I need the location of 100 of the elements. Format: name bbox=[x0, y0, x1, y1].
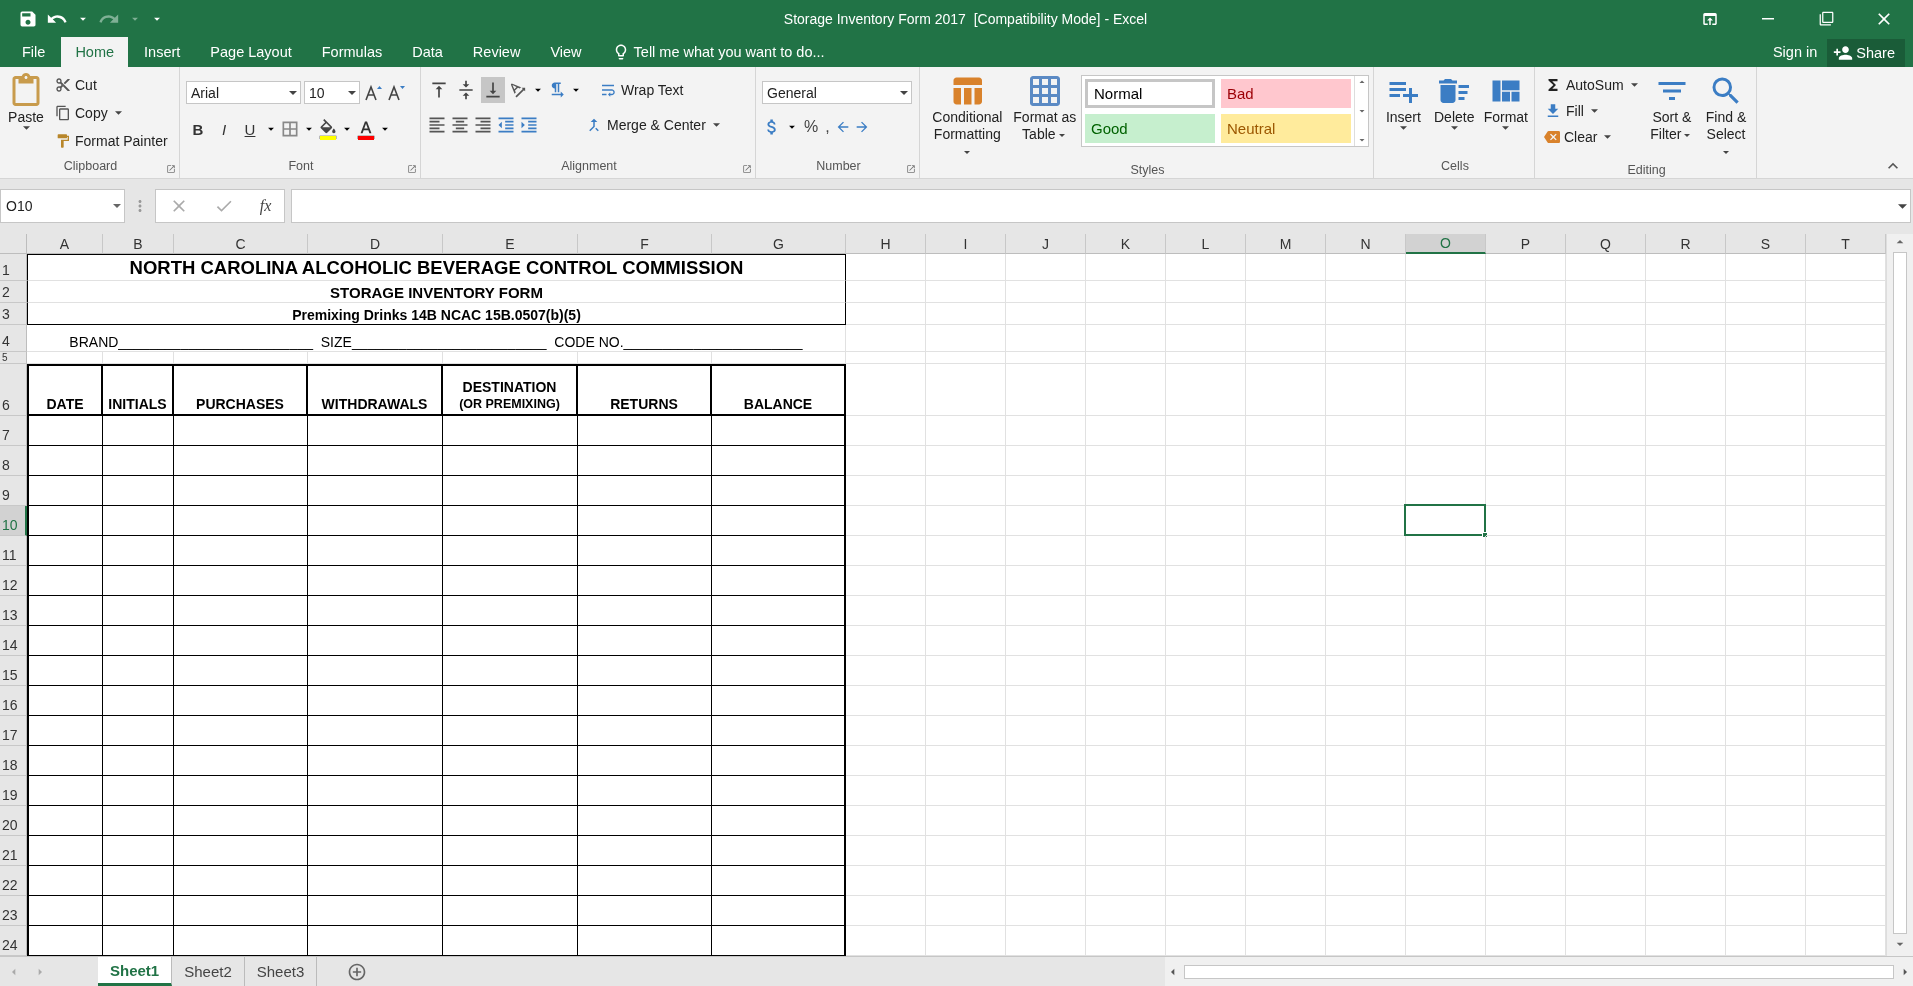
grid-cell[interactable] bbox=[1406, 566, 1486, 596]
grid-cell[interactable] bbox=[1566, 686, 1646, 716]
grid-cell[interactable] bbox=[1486, 746, 1566, 776]
grid-cell[interactable] bbox=[1406, 416, 1486, 446]
grid-cell[interactable] bbox=[1246, 656, 1326, 686]
underline-button[interactable]: U bbox=[238, 116, 262, 142]
italic-button[interactable]: I bbox=[212, 116, 236, 142]
grid-cell[interactable] bbox=[926, 325, 1006, 352]
grid-cell[interactable] bbox=[926, 303, 1006, 325]
grid-cell[interactable] bbox=[1726, 506, 1806, 536]
row-header[interactable]: 9 bbox=[0, 476, 27, 506]
grid-cell[interactable] bbox=[1166, 626, 1246, 656]
column-header[interactable]: Q bbox=[1566, 234, 1646, 254]
grid-cell[interactable] bbox=[1166, 686, 1246, 716]
grid-cell[interactable] bbox=[1326, 352, 1406, 364]
grid-cell[interactable] bbox=[1166, 364, 1246, 416]
grid-cell[interactable] bbox=[1486, 686, 1566, 716]
grid-cell[interactable] bbox=[1406, 656, 1486, 686]
fill-button[interactable]: Fill bbox=[1541, 99, 1644, 123]
grid-cell[interactable] bbox=[1486, 716, 1566, 746]
grid-cell[interactable] bbox=[1486, 566, 1566, 596]
grid-cell[interactable] bbox=[1326, 596, 1406, 626]
grid-cell[interactable] bbox=[1246, 281, 1326, 303]
row-header[interactable]: 12 bbox=[0, 566, 27, 596]
grid-cell[interactable] bbox=[1246, 446, 1326, 476]
grid-cell[interactable] bbox=[1646, 281, 1726, 303]
grid-cell[interactable] bbox=[1646, 896, 1726, 926]
grid-cell[interactable] bbox=[1246, 325, 1326, 352]
wrap-text-button[interactable]: Wrap Text bbox=[596, 78, 687, 102]
grid-cell[interactable] bbox=[1006, 716, 1086, 746]
grid-cell[interactable] bbox=[926, 686, 1006, 716]
grid-cell[interactable] bbox=[1726, 626, 1806, 656]
grid-cell[interactable] bbox=[1166, 716, 1246, 746]
grid-cell[interactable] bbox=[1006, 352, 1086, 364]
ribbon-tab[interactable]: Formulas bbox=[307, 37, 397, 67]
grid-cell[interactable] bbox=[1566, 476, 1646, 506]
grid-cell[interactable] bbox=[1326, 686, 1406, 716]
grid-cell[interactable] bbox=[1086, 446, 1166, 476]
grid-cell[interactable] bbox=[1566, 776, 1646, 806]
grid-cell[interactable] bbox=[1486, 303, 1566, 325]
dialog-launcher-icon[interactable] bbox=[166, 164, 176, 174]
grid-cell[interactable] bbox=[1406, 716, 1486, 746]
grid-cell[interactable] bbox=[1566, 566, 1646, 596]
grid-cell[interactable] bbox=[846, 596, 926, 626]
grid-cell[interactable] bbox=[1166, 866, 1246, 896]
grid-cell[interactable] bbox=[1246, 364, 1326, 416]
grid-cell[interactable] bbox=[1566, 303, 1646, 325]
grid-cell[interactable] bbox=[1566, 836, 1646, 866]
grid-cell[interactable] bbox=[1086, 896, 1166, 926]
grid-cell[interactable] bbox=[1166, 776, 1246, 806]
sheet-tab[interactable]: Sheet3 bbox=[244, 957, 318, 986]
grid-cell[interactable] bbox=[1406, 352, 1486, 364]
number-format-field[interactable]: General bbox=[762, 81, 912, 104]
grid-cell[interactable] bbox=[926, 281, 1006, 303]
grid-cell[interactable] bbox=[1646, 596, 1726, 626]
grid-cell[interactable] bbox=[1566, 506, 1646, 536]
grid-cell[interactable] bbox=[1646, 716, 1726, 746]
row-header[interactable]: 10 bbox=[0, 506, 27, 536]
grid-cell[interactable] bbox=[1006, 446, 1086, 476]
cut-button[interactable]: Cut bbox=[52, 73, 171, 97]
grid-cell[interactable] bbox=[1726, 656, 1806, 686]
grid-cell[interactable] bbox=[1726, 416, 1806, 446]
grid-cell[interactable] bbox=[1246, 746, 1326, 776]
grid-cell[interactable] bbox=[926, 536, 1006, 566]
grid-cell[interactable] bbox=[1646, 254, 1726, 281]
grid-cell[interactable] bbox=[1246, 303, 1326, 325]
share-button[interactable]: Share bbox=[1827, 39, 1905, 67]
ribbon-tab[interactable]: File bbox=[8, 37, 60, 67]
grid-cell[interactable] bbox=[1086, 626, 1166, 656]
align-center-icon[interactable] bbox=[450, 115, 470, 135]
grid-cell[interactable] bbox=[1486, 506, 1566, 536]
grid-cell[interactable] bbox=[1726, 776, 1806, 806]
grid-cell[interactable] bbox=[1166, 536, 1246, 566]
grid-cell[interactable] bbox=[1006, 626, 1086, 656]
dialog-launcher-icon[interactable] bbox=[906, 164, 916, 174]
grid-cell[interactable] bbox=[1006, 536, 1086, 566]
grid-cell[interactable] bbox=[1486, 596, 1566, 626]
grid-cell[interactable] bbox=[1086, 746, 1166, 776]
grid-cell[interactable] bbox=[1486, 352, 1566, 364]
dialog-launcher-icon[interactable] bbox=[407, 164, 417, 174]
grid-cell[interactable] bbox=[1486, 536, 1566, 566]
grid-cell[interactable] bbox=[1086, 596, 1166, 626]
grid-cell[interactable] bbox=[1006, 476, 1086, 506]
grid-cell[interactable] bbox=[926, 806, 1006, 836]
row-header[interactable]: 24 bbox=[0, 926, 27, 956]
row-header[interactable]: 13 bbox=[0, 596, 27, 626]
dialog-launcher-icon[interactable] bbox=[742, 164, 752, 174]
increase-indent-icon[interactable] bbox=[519, 115, 539, 135]
grid-cell[interactable] bbox=[1086, 776, 1166, 806]
grid-cell[interactable] bbox=[926, 776, 1006, 806]
grid-cell[interactable] bbox=[1726, 746, 1806, 776]
grid-cell[interactable] bbox=[1646, 626, 1726, 656]
grid-cell[interactable] bbox=[1646, 364, 1726, 416]
grid-cell[interactable] bbox=[1566, 746, 1646, 776]
grid-cell[interactable] bbox=[846, 626, 926, 656]
grid-cell[interactable] bbox=[926, 566, 1006, 596]
grid-cell[interactable] bbox=[1406, 776, 1486, 806]
grid-cell[interactable] bbox=[1006, 566, 1086, 596]
grid-cell[interactable] bbox=[103, 352, 174, 364]
grid-cell[interactable] bbox=[1646, 866, 1726, 896]
